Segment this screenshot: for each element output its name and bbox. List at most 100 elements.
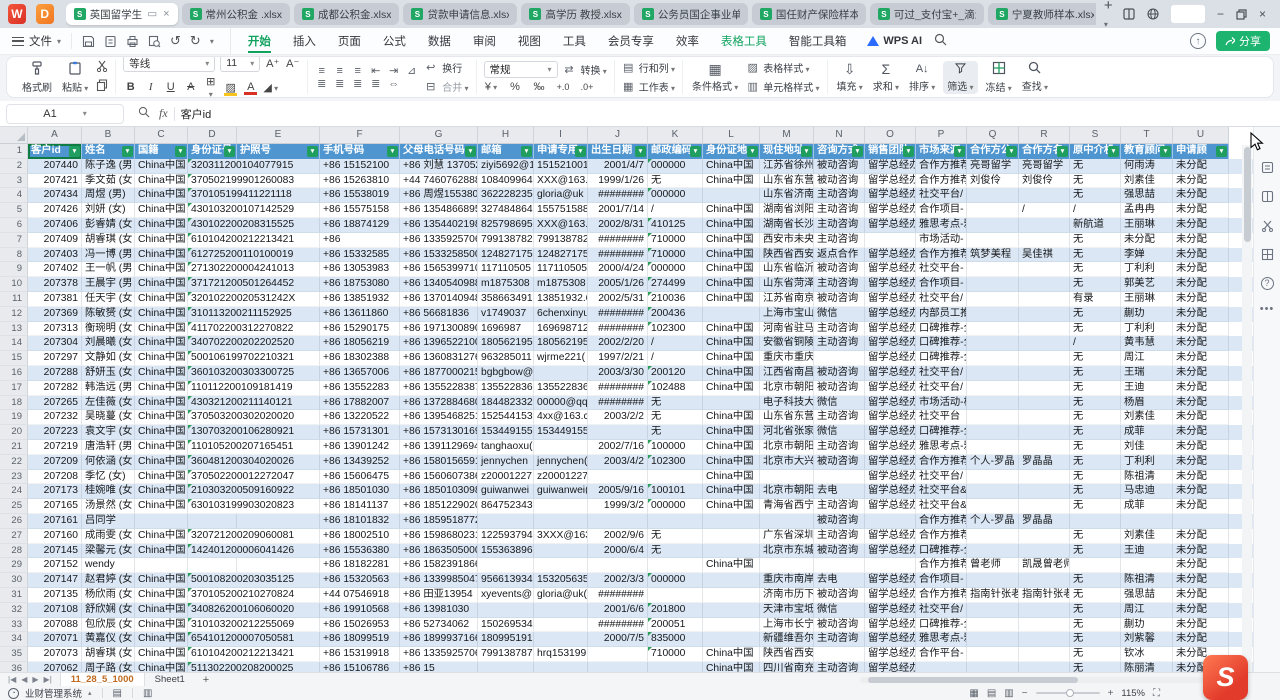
cell[interactable]: 湖南省浏阳	[760, 203, 814, 218]
font-name-select[interactable]: 等线▾	[123, 56, 215, 72]
cell[interactable]	[588, 662, 648, 672]
cell[interactable]: +86 1971300890	[400, 322, 478, 337]
cell[interactable]: China中国	[703, 558, 760, 573]
cell[interactable]: +86 15332585	[320, 248, 400, 263]
cell[interactable]: 刘素佳	[1121, 410, 1173, 425]
row-header-20[interactable]: 20	[0, 425, 28, 440]
row-header-19[interactable]: 19	[0, 410, 28, 425]
filter-dropdown-icon[interactable]: ▼	[465, 146, 476, 157]
cell[interactable]: 刘俊伶	[967, 174, 1019, 189]
cell[interactable]	[865, 514, 916, 529]
filter-dropdown-icon[interactable]: ▼	[690, 146, 701, 157]
filter-dropdown-icon[interactable]: ▼	[122, 146, 133, 157]
cell[interactable]: 370105200210270824	[188, 588, 237, 603]
cell[interactable]	[1019, 499, 1070, 514]
cell[interactable]: 留学总经办	[865, 455, 916, 470]
cell[interactable]	[703, 588, 760, 603]
row-header-3[interactable]: 3	[0, 174, 28, 189]
document-tab[interactable]: S可过_支付宝+_滴滴	[870, 3, 984, 25]
cell[interactable]: 陕西省西安	[760, 647, 814, 662]
cell[interactable]: 无	[1070, 174, 1121, 189]
decrease-decimal-button[interactable]: .0+	[580, 82, 595, 92]
cell[interactable]: 无	[1070, 381, 1121, 396]
cell[interactable]: 未分配	[1173, 425, 1229, 440]
cell[interactable]: hrq153199	[534, 647, 588, 662]
column-header-E[interactable]: E	[237, 127, 320, 144]
cell[interactable]: 季忆 (女)	[82, 470, 135, 485]
cell[interactable]: 留学总经办	[865, 277, 916, 292]
cell[interactable]: m1875308	[534, 277, 588, 292]
menu-tab-页面[interactable]: 页面	[327, 28, 372, 54]
column-header-H[interactable]: H	[478, 127, 534, 144]
cell[interactable]: China中国	[135, 322, 188, 337]
cell[interactable]: 罗晶晶	[1019, 455, 1070, 470]
cell[interactable]: 李婵	[1121, 248, 1173, 263]
cell[interactable]	[534, 558, 588, 573]
cell[interactable]: China中国	[135, 307, 188, 322]
cell[interactable]: 207421	[28, 174, 82, 189]
cell[interactable]: 无	[1070, 277, 1121, 292]
name-box[interactable]: A1▾	[6, 104, 124, 124]
cell[interactable]: ########	[588, 396, 648, 411]
cell[interactable]: 西安市未央	[760, 233, 814, 248]
cell[interactable]: 2003/2/2	[588, 410, 648, 425]
cell[interactable]: China中国	[135, 425, 188, 440]
cell[interactable]: 1999/1/26	[588, 174, 648, 189]
cell[interactable]: 274499	[648, 277, 703, 292]
cell[interactable]: 799138782	[534, 233, 588, 248]
cell[interactable]: 上海市宝山	[760, 307, 814, 322]
cell[interactable]	[967, 632, 1019, 647]
cell[interactable]: 未分配	[1173, 307, 1229, 322]
cell[interactable]: 630103199903020823	[188, 499, 237, 514]
wrap-text-button[interactable]: 换行	[442, 60, 462, 75]
cell[interactable]	[1019, 396, 1070, 411]
align-top-icon[interactable]: ≡	[315, 66, 328, 76]
cell[interactable]: 雅思考点-雅	[916, 440, 967, 455]
document-tab[interactable]: S高学历 教授.xlsx	[521, 3, 629, 25]
upload-icon[interactable]: ↑	[1190, 33, 1206, 49]
cell[interactable]: 王一帆 (男	[82, 262, 135, 277]
filter-button[interactable]: 筛选	[943, 61, 977, 94]
cell[interactable]	[1019, 218, 1070, 233]
filter-dropdown-icon[interactable]: ▼	[801, 146, 812, 157]
cell[interactable]: 主动咨询	[814, 218, 865, 233]
row-header-22[interactable]: 22	[0, 455, 28, 470]
cell[interactable]: 成菲	[1121, 425, 1173, 440]
cell[interactable]: +86 1851229020	[400, 499, 478, 514]
row-header-35[interactable]: 35	[0, 647, 28, 662]
cell[interactable]: +86 15152100	[320, 159, 400, 174]
cell[interactable]: 340702200202202520	[188, 336, 237, 351]
cell[interactable]: v1749037	[478, 307, 534, 322]
cell[interactable]: +86 18101832	[320, 514, 400, 529]
cell[interactable]	[967, 499, 1019, 514]
cell[interactable]: China中国	[135, 203, 188, 218]
cell[interactable]: 500108200203035125	[188, 573, 237, 588]
cell[interactable]	[1019, 381, 1070, 396]
cell[interactable]: 无	[1070, 159, 1121, 174]
header-cell[interactable]: 销售团队▼	[865, 144, 916, 159]
menu-tab-视图[interactable]: 视图	[507, 28, 552, 54]
cell[interactable]: gloria@uk(	[534, 588, 588, 603]
cell[interactable]: /	[648, 203, 703, 218]
cell[interactable]	[967, 396, 1019, 411]
add-sheet-button[interactable]: +	[195, 674, 217, 686]
cell[interactable]: +86 周煜155380	[400, 188, 478, 203]
page-view-icon[interactable]: ▤	[987, 688, 996, 699]
font-color-button[interactable]: A	[243, 81, 258, 93]
cell[interactable]: 610104200212213421	[188, 647, 237, 662]
cell[interactable]: 留学总经办	[865, 632, 916, 647]
column-header-C[interactable]: C	[135, 127, 188, 144]
cell[interactable]: 陈祖清	[1121, 470, 1173, 485]
underline-button[interactable]: U	[163, 81, 178, 93]
cell[interactable]: 320721200209060081	[188, 529, 237, 544]
cell[interactable]: 留学总经办	[865, 188, 916, 203]
cell[interactable]	[648, 558, 703, 573]
cell[interactable]: 207304	[28, 336, 82, 351]
row-header-5[interactable]: 5	[0, 203, 28, 218]
cell[interactable]: 未分配	[1173, 174, 1229, 189]
cell[interactable]: 未分配	[1121, 233, 1173, 248]
cell[interactable]: China中国	[135, 544, 188, 559]
cell[interactable]: 社交平台&	[916, 484, 967, 499]
row-header-14[interactable]: 14	[0, 336, 28, 351]
cell[interactable]: 无	[1070, 470, 1121, 485]
